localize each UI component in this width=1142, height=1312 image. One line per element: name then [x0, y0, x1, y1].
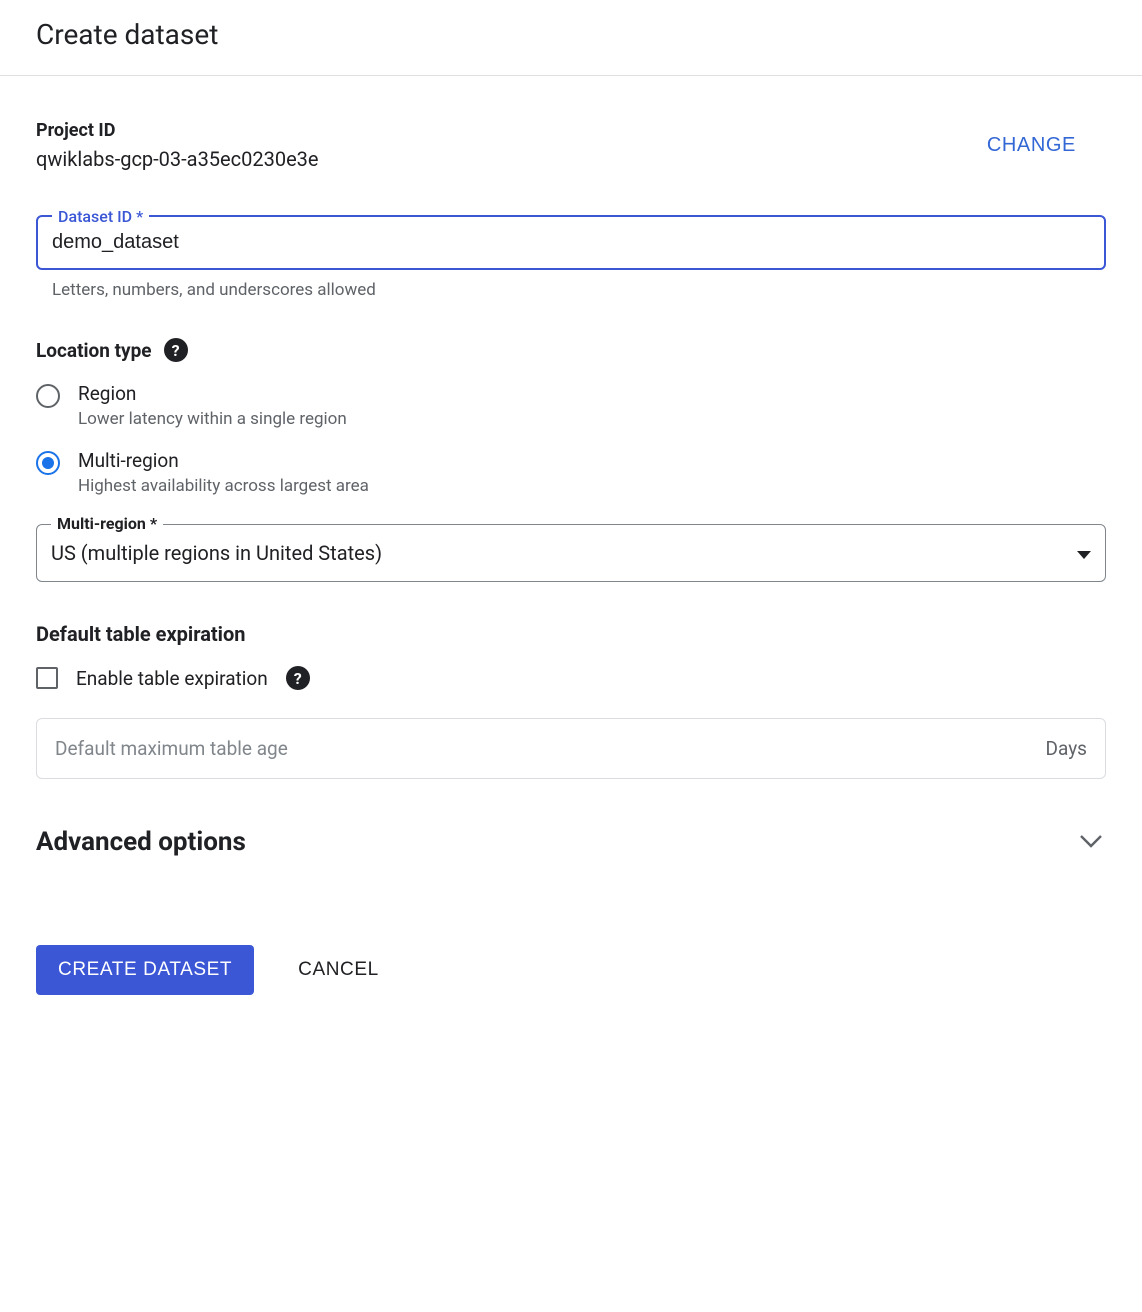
- radio-icon: [36, 451, 60, 475]
- enable-expiration-row: Enable table expiration ?: [36, 666, 1106, 690]
- multi-region-label: Multi-region *: [51, 514, 163, 533]
- form-content: Project ID qwiklabs-gcp-03-a35ec0230e3e …: [0, 76, 1142, 1031]
- multi-region-value: US (multiple regions in United States): [51, 541, 382, 565]
- radio-option-multi-region[interactable]: Multi-region Highest availability across…: [36, 449, 1106, 496]
- change-project-button[interactable]: CHANGE: [975, 126, 1088, 165]
- enable-expiration-checkbox[interactable]: [36, 667, 58, 689]
- location-type-radio-group: Region Lower latency within a single reg…: [36, 382, 1106, 496]
- create-dataset-button[interactable]: CREATE DATASET: [36, 945, 254, 995]
- radio-icon: [36, 384, 60, 408]
- dataset-id-label: Dataset ID *: [52, 207, 149, 226]
- radio-option-region[interactable]: Region Lower latency within a single reg…: [36, 382, 1106, 429]
- dataset-id-input[interactable]: [52, 231, 1090, 254]
- project-id-label: Project ID: [36, 120, 319, 141]
- advanced-options-title: Advanced options: [36, 827, 246, 857]
- default-table-expiration-label: Default table expiration: [36, 622, 1106, 646]
- project-row: Project ID qwiklabs-gcp-03-a35ec0230e3e …: [36, 120, 1106, 171]
- radio-title: Multi-region: [78, 449, 369, 472]
- enable-expiration-label: Enable table expiration: [76, 667, 268, 690]
- help-icon[interactable]: ?: [286, 666, 310, 690]
- dataset-id-helper: Letters, numbers, and underscores allowe…: [36, 280, 1106, 300]
- max-table-age-field[interactable]: Default maximum table age Days: [36, 718, 1106, 779]
- location-type-header: Location type ?: [36, 338, 1106, 362]
- max-table-age-unit: Days: [1046, 737, 1087, 760]
- dataset-id-field[interactable]: Dataset ID *: [36, 215, 1106, 270]
- advanced-options-toggle[interactable]: Advanced options: [36, 827, 1106, 857]
- radio-desc: Lower latency within a single region: [78, 409, 347, 429]
- dialog-header: Create dataset: [0, 0, 1142, 76]
- location-type-label: Location type: [36, 339, 152, 362]
- help-icon[interactable]: ?: [164, 338, 188, 362]
- radio-desc: Highest availability across largest area: [78, 476, 369, 496]
- action-buttons: CREATE DATASET CANCEL: [36, 945, 1106, 995]
- dropdown-arrow-icon: [1077, 544, 1091, 563]
- max-table-age-placeholder: Default maximum table age: [55, 737, 288, 760]
- multi-region-select[interactable]: Multi-region * US (multiple regions in U…: [36, 524, 1106, 582]
- page-title: Create dataset: [36, 18, 1106, 51]
- cancel-button[interactable]: CANCEL: [298, 959, 379, 981]
- project-id-value: qwiklabs-gcp-03-a35ec0230e3e: [36, 147, 319, 171]
- radio-title: Region: [78, 382, 347, 405]
- chevron-down-icon: [1080, 833, 1102, 852]
